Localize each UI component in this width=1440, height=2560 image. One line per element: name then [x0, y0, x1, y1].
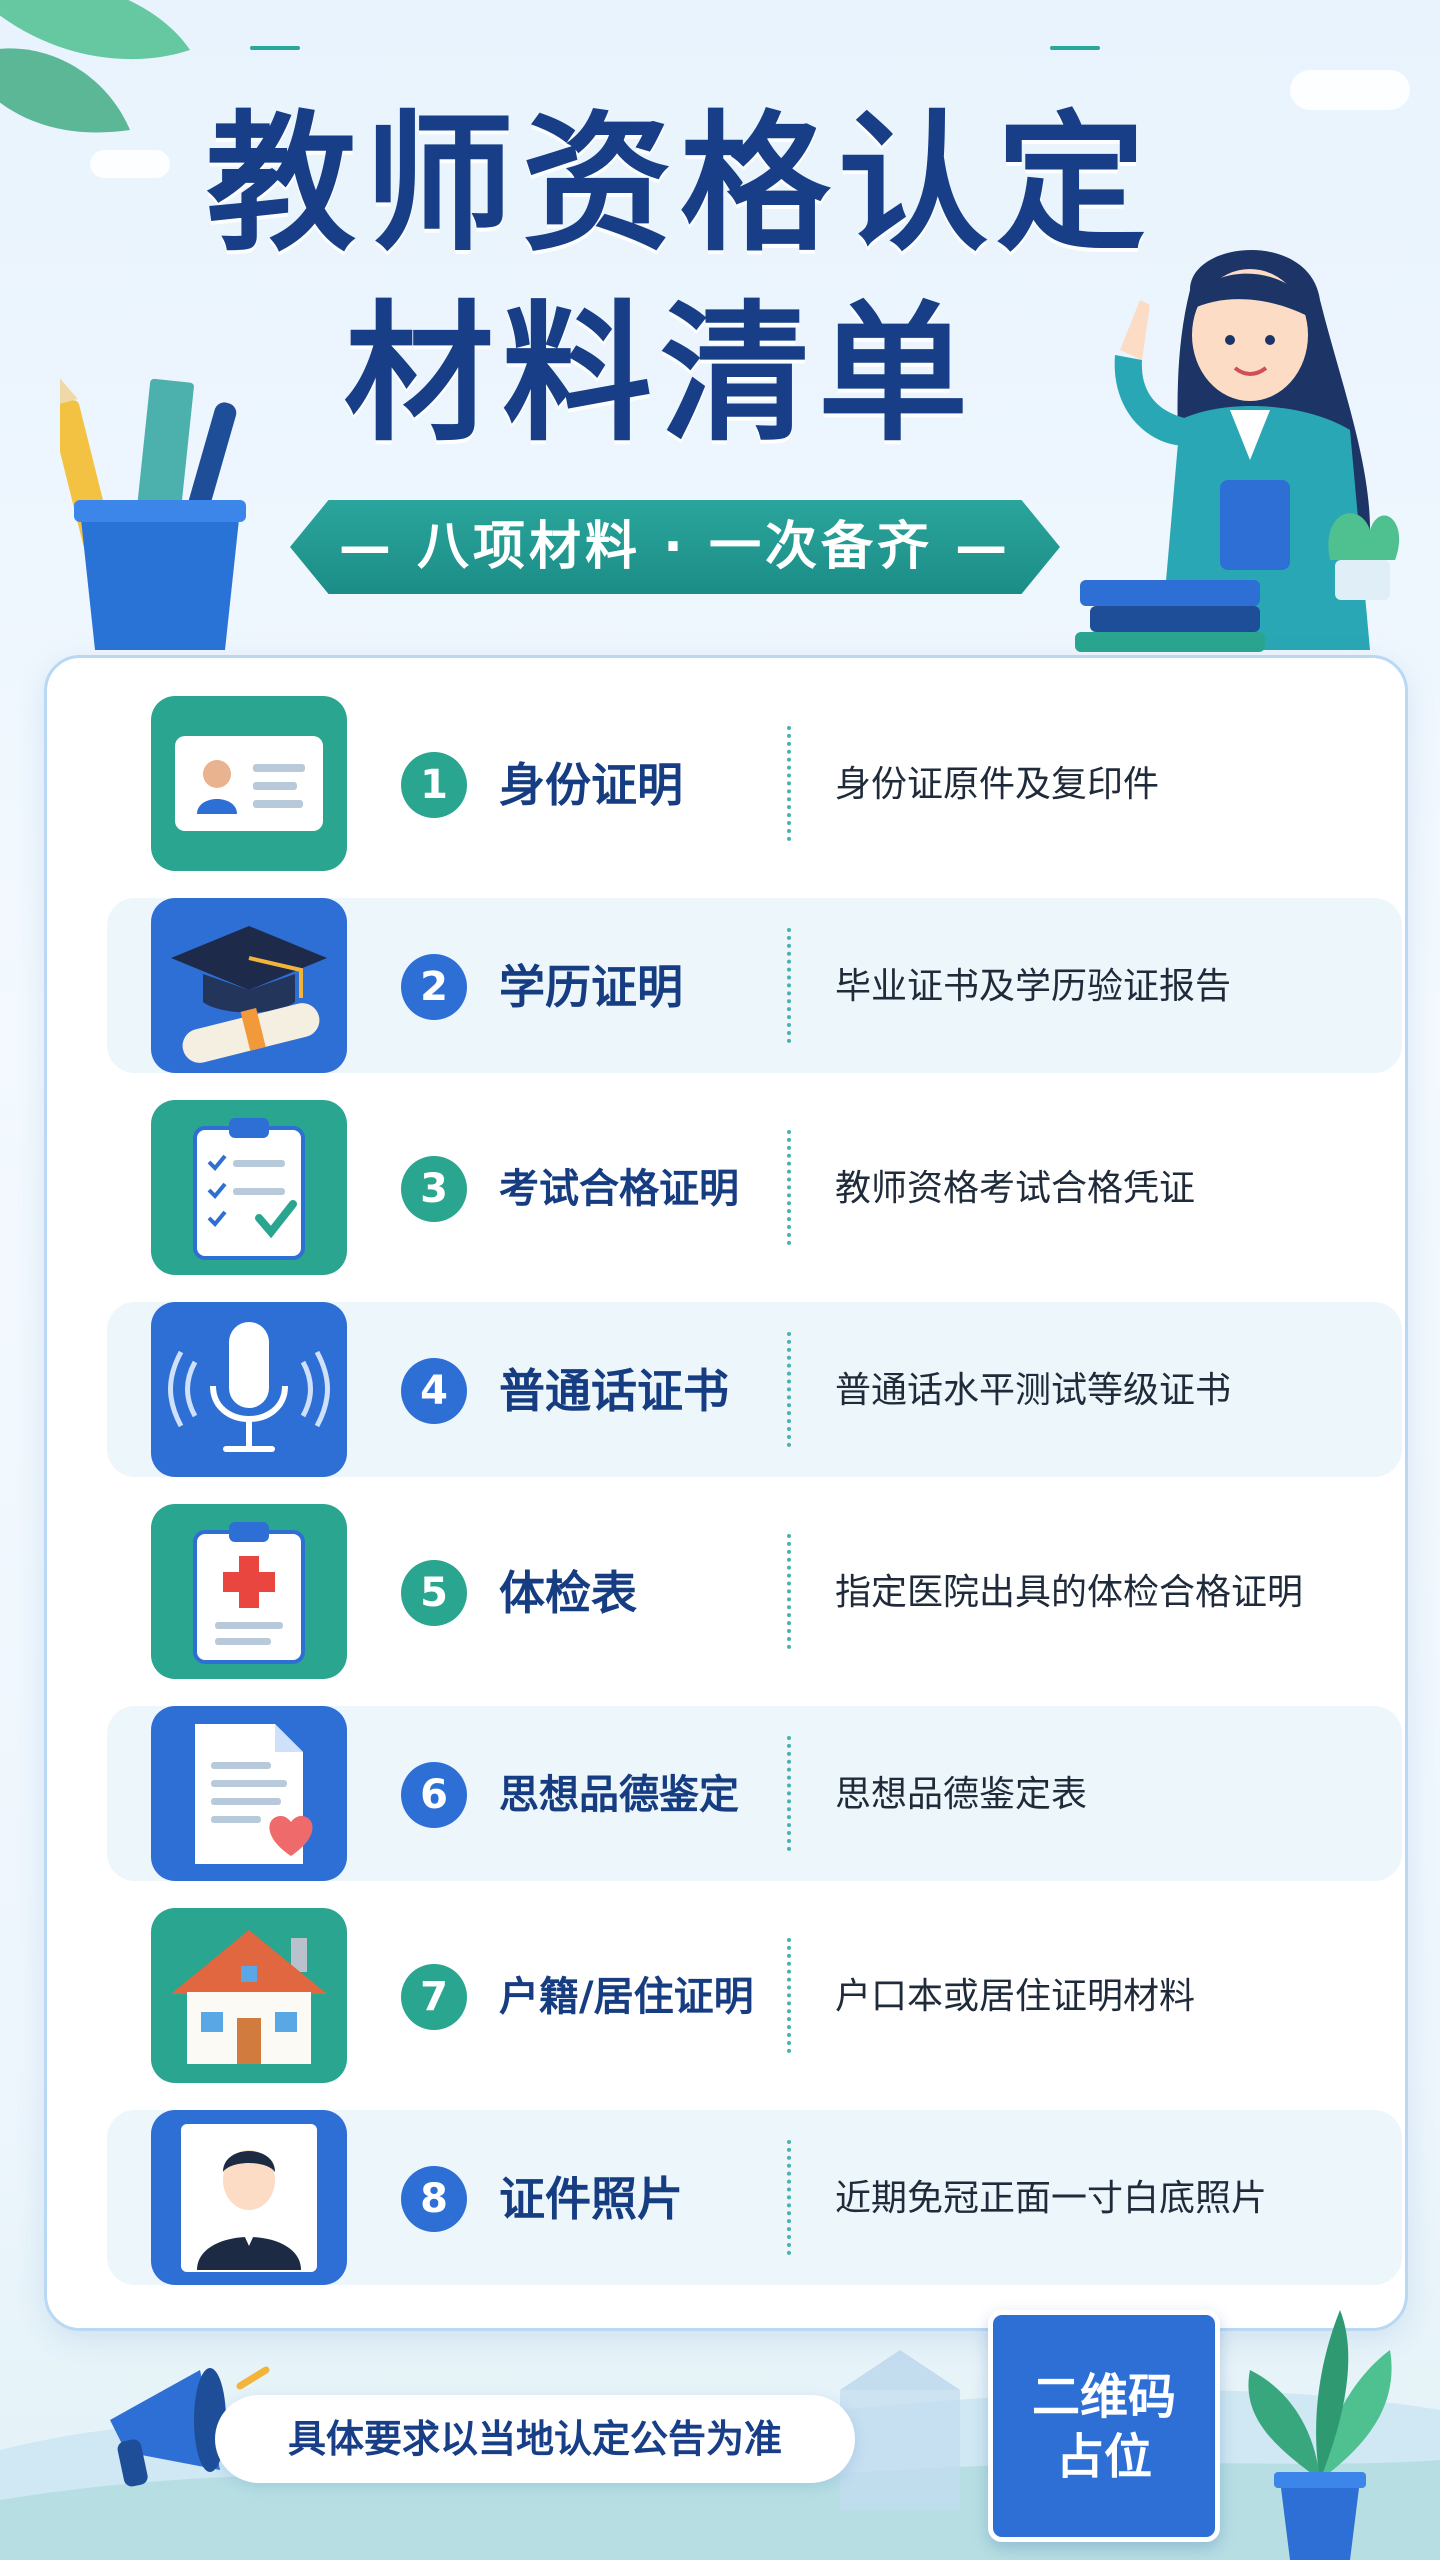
- dotted-divider: [787, 2140, 791, 2255]
- item-description: 户口本或居住证明材料: [835, 1976, 1196, 2017]
- item-number: 6: [401, 1762, 467, 1828]
- item-name: 户籍/居住证明: [499, 1974, 754, 2020]
- dotted-divider: [787, 1938, 791, 2053]
- medical-clipboard-icon: [193, 1522, 305, 1664]
- item-name: 身份证明: [499, 758, 683, 812]
- thumb-5: [151, 1504, 347, 1679]
- potted-plant-icon: [1248, 2310, 1392, 2560]
- material-row-2: 2 学历证明 毕业证书及学历验证报告: [107, 898, 1402, 1073]
- thumb-4: [151, 1302, 347, 1477]
- thumb-8: [151, 2110, 347, 2285]
- material-row-7: 7 户籍/居住证明 户口本或居住证明材料: [107, 1908, 1402, 2083]
- ribbon-right-line: [1050, 46, 1100, 50]
- notice-banner: 具体要求以当地认定公告为准: [215, 2395, 855, 2483]
- thumb-6: [151, 1706, 347, 1881]
- thumb-7: [151, 1908, 347, 2083]
- dotted-divider: [787, 1332, 791, 1447]
- ribbon-left-line: [250, 46, 300, 50]
- qr-code-placeholder[interactable]: 二维码 占位: [988, 2310, 1220, 2542]
- item-description: 近期免冠正面一寸白底照片: [835, 2178, 1268, 2219]
- id-card-icon: [175, 736, 323, 831]
- clipboard-check-icon: [193, 1118, 305, 1260]
- item-number: 3: [401, 1156, 467, 1222]
- material-row-6: 6 思想品德鉴定 思想品德鉴定表: [107, 1706, 1402, 1881]
- item-number: 2: [401, 954, 467, 1020]
- dotted-divider: [787, 928, 791, 1043]
- item-description: 毕业证书及学历验证报告: [835, 966, 1232, 1007]
- graduation-cap-icon: [171, 926, 327, 1063]
- item-name: 体检表: [499, 1566, 637, 1620]
- item-description: 身份证原件及复印件: [835, 764, 1160, 805]
- item-number: 7: [401, 1964, 467, 2030]
- qr-line1: 二维码: [1031, 2369, 1176, 2425]
- item-description: 普通话水平测试等级证书: [835, 1370, 1232, 1411]
- material-row-5: 5 体检表 指定医院出具的体检合格证明: [107, 1504, 1402, 1679]
- pencil-cup-icon: [60, 365, 246, 650]
- materials-card: 1 身份证明 身份证原件及复印件 2 学历证明 毕业证书及学历验证报告 3 考试…: [44, 655, 1408, 2331]
- material-row-4: 4 普通话证书 普通话水平测试等级证书: [107, 1302, 1402, 1477]
- teacher-illustration-icon: [1075, 250, 1400, 652]
- thumb-1: [151, 696, 347, 871]
- item-description: 教师资格考试合格凭证: [835, 1168, 1196, 1209]
- qr-placeholder-text: 二维码 占位: [993, 2367, 1215, 2487]
- material-row-8: 8 证件照片 近期免冠正面一寸白底照片: [107, 2110, 1402, 2285]
- material-row-1: 1 身份证明 身份证原件及复印件: [107, 696, 1402, 871]
- document-heart-icon: [195, 1724, 313, 1864]
- notice-text: 具体要求以当地认定公告为准: [287, 2417, 782, 2461]
- material-row-3: 3 考试合格证明 教师资格考试合格凭证: [107, 1100, 1402, 1275]
- microphone-icon: [168, 1322, 330, 1452]
- poster: 教师资格认定 材料清单 — 八项材料 · 一次备齐 — 1 身份证明 身份证原件…: [0, 0, 1440, 2560]
- item-name: 普通话证书: [499, 1364, 729, 1418]
- dotted-divider: [787, 1130, 791, 1245]
- item-name: 证件照片: [499, 2172, 683, 2226]
- item-number: 5: [401, 1560, 467, 1626]
- thumb-3: [151, 1100, 347, 1275]
- item-description: 思想品德鉴定表: [835, 1774, 1088, 1815]
- dotted-divider: [787, 1736, 791, 1851]
- portrait-photo-icon: [181, 2124, 317, 2272]
- item-name: 思想品德鉴定: [499, 1772, 739, 1818]
- house-icon: [171, 1930, 327, 2064]
- item-number: 1: [401, 752, 467, 818]
- subtitle: — 八项材料 · 一次备齐 —: [338, 517, 1012, 577]
- dotted-divider: [787, 726, 791, 841]
- item-number: 4: [401, 1358, 467, 1424]
- dotted-divider: [787, 1534, 791, 1649]
- item-number: 8: [401, 2166, 467, 2232]
- item-name: 学历证明: [499, 960, 683, 1014]
- thumb-2: [151, 898, 347, 1073]
- item-name: 考试合格证明: [499, 1166, 739, 1212]
- qr-line2: 占位: [1055, 2429, 1152, 2485]
- subtitle-ribbon: — 八项材料 · 一次备齐 —: [290, 500, 1060, 594]
- item-description: 指定医院出具的体检合格证明: [835, 1572, 1304, 1613]
